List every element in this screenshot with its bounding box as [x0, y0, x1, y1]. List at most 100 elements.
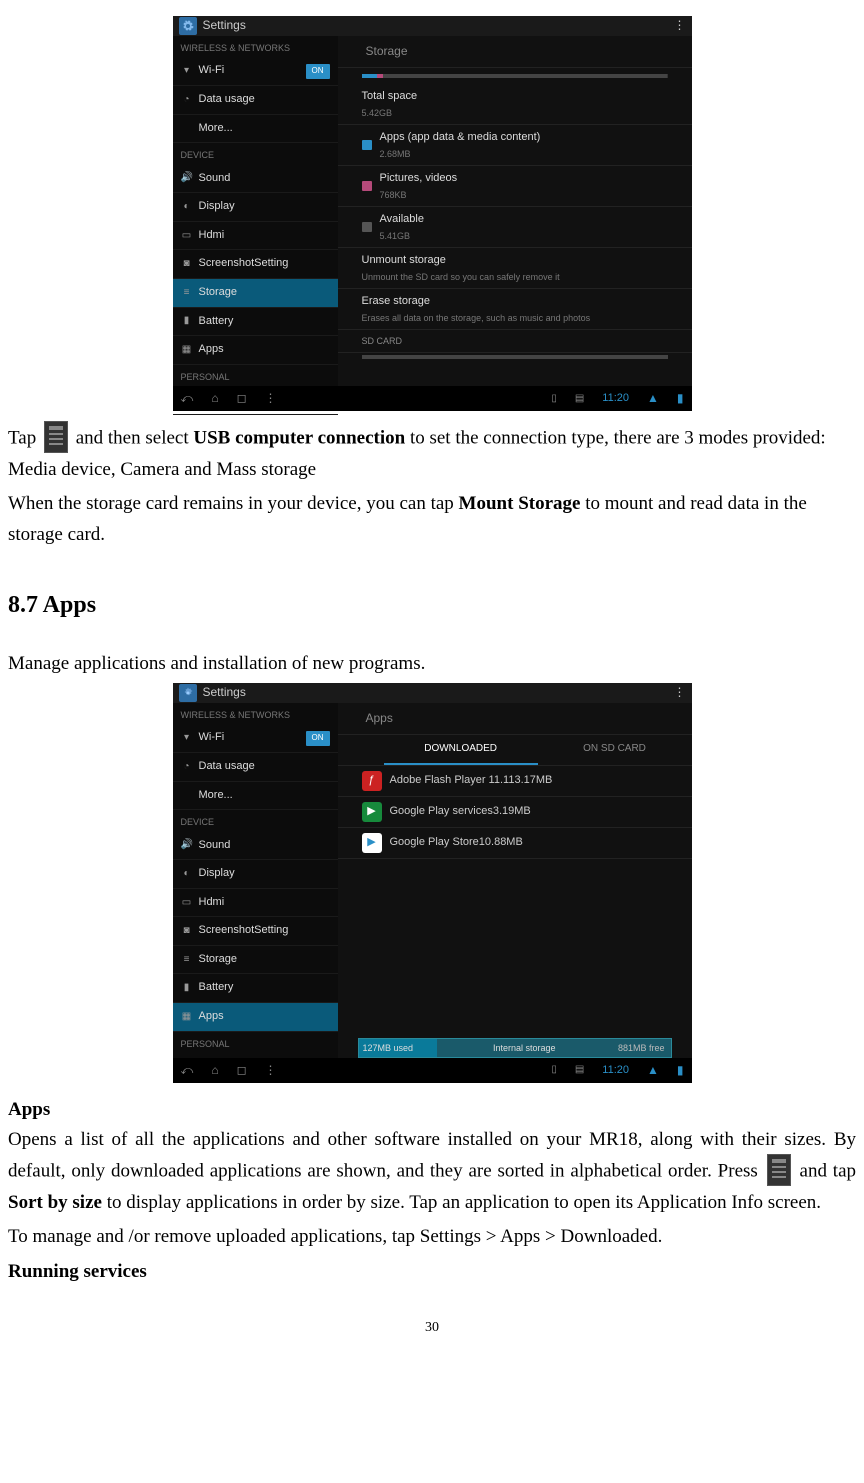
storage-icon: ≡ [181, 285, 193, 301]
nav-storage-label: Storage [199, 951, 238, 969]
nav-apps-label: Apps [199, 1008, 224, 1026]
battery-status-icon: ▮ [677, 1061, 684, 1080]
subheading-apps: Apps [8, 1095, 856, 1125]
display-icon: ◐ [181, 199, 193, 215]
sdcard-label: SD CARD [362, 334, 403, 348]
wifi-status-icon: ▲ [647, 389, 659, 408]
row-pictures[interactable]: Pictures, videos768KB [338, 166, 692, 207]
battery-icon: ▮ [181, 980, 193, 996]
nav-wifi-label: Wi-Fi [199, 62, 225, 80]
data-icon: ◔ [181, 759, 193, 775]
app-row-play-store[interactable]: ▶Google Play Store10.88MB [338, 828, 692, 859]
apps-icon: ▦ [181, 342, 193, 358]
tab-downloaded[interactable]: DOWNLOADED [384, 735, 538, 765]
menu-dots-icon[interactable]: ⋮ [265, 389, 277, 408]
back-icon[interactable]: ⤺ [181, 1061, 194, 1080]
storage-panel: Storage Total space5.42GB Apps (app data… [338, 36, 692, 386]
nav-screenshot[interactable]: ◙ScreenshotSetting [173, 917, 338, 946]
settings-storage-screenshot: Settings ⋮ WIRELESS & NETWORKS ▾ Wi-Fi O… [173, 16, 692, 411]
section-personal: PERSONAL [173, 1032, 338, 1053]
nav-wifi[interactable]: ▾Wi-FiON [173, 724, 338, 753]
apps-tabs: DOWNLOADED ON SD CARD [338, 735, 692, 766]
nav-data-usage[interactable]: ◔ Data usage [173, 753, 338, 782]
nav-more[interactable]: More... [173, 782, 338, 811]
wifi-toggle[interactable]: ON [306, 64, 330, 79]
row-available[interactable]: Available5.41GB [338, 207, 692, 248]
apps-label: Apps (app data & media content) [380, 129, 541, 147]
panel-title: Storage [338, 36, 692, 68]
apps-icon: ▦ [181, 1009, 193, 1025]
nav-data-label: Data usage [199, 91, 255, 109]
nav-hdmi[interactable]: ▭Hdmi [173, 222, 338, 251]
nav-apps[interactable]: ▦ Apps [173, 1003, 338, 1032]
app-row-play-services[interactable]: ▶Google Play services3.19MB [338, 797, 692, 828]
nav-display-label: Display [199, 865, 235, 883]
nav-wifi[interactable]: ▾ Wi-Fi ON [173, 57, 338, 86]
storage-label: Internal storage [437, 1041, 612, 1055]
menu-overflow-icon [767, 1154, 791, 1186]
row-unmount[interactable]: Unmount storageUnmount the SD card so yo… [338, 248, 692, 289]
app-title: Settings [203, 16, 668, 35]
home-icon[interactable]: ⌂ [211, 1061, 218, 1080]
sdcard-segment-bar [362, 355, 668, 359]
app3-name: Google Play Store [390, 836, 479, 848]
nav-battery-label: Battery [199, 313, 234, 331]
nav-display[interactable]: ◐Display [173, 193, 338, 222]
status-bar: Settings ⋮ [173, 683, 692, 703]
recent-icon[interactable]: ◻ [237, 1061, 247, 1080]
nav-screenshot[interactable]: ◙ScreenshotSetting [173, 250, 338, 279]
nav-hdmi[interactable]: ▭Hdmi [173, 889, 338, 918]
status-bar: Settings ⋮ [173, 16, 692, 36]
row-total-space[interactable]: Total space5.42GB [338, 84, 692, 125]
nav-battery[interactable]: ▮Battery [173, 308, 338, 337]
menu-icon[interactable]: ⋮ [674, 16, 686, 35]
nav-storage[interactable]: ≡Storage [173, 946, 338, 975]
notif-icon[interactable]: ▯ [551, 391, 557, 407]
nav-sound[interactable]: 🔊 Sound [173, 165, 338, 194]
paragraph-usb: Tap and then select USB computer connect… [8, 423, 856, 485]
p4-bold: Sort by size [8, 1192, 102, 1213]
nav-sound-label: Sound [199, 170, 231, 188]
nav-screenshot-label: ScreenshotSetting [199, 922, 289, 940]
back-icon[interactable]: ⤺ [181, 389, 194, 408]
home-icon[interactable]: ⌂ [211, 389, 218, 408]
recent-icon[interactable]: ◻ [237, 389, 247, 408]
sidebar: WIRELESS & NETWORKS ▾Wi-FiON ◔ Data usage… [173, 703, 338, 1058]
nav-sound[interactable]: 🔊Sound [173, 832, 338, 861]
row-apps-data[interactable]: Apps (app data & media content)2.68MB [338, 125, 692, 166]
tab-sdcard[interactable]: ON SD CARD [538, 735, 692, 765]
panel-title: Apps [338, 703, 692, 735]
app1-size: 13.17MB [508, 774, 552, 786]
p2-part-a: When the storage card remains in your de… [8, 493, 459, 514]
clock: 11:20 [602, 1062, 629, 1080]
paragraph-mount: When the storage card remains in your de… [8, 489, 856, 550]
nav-data-label: Data usage [199, 758, 255, 776]
p1-part-b: and then select [71, 427, 193, 448]
p2-bold: Mount Storage [459, 493, 581, 514]
wifi-icon: ▾ [181, 730, 193, 746]
notif-icon[interactable]: ▯ [551, 1062, 557, 1078]
sound-icon: 🔊 [181, 170, 193, 186]
row-erase[interactable]: Erase storageErases all data on the stor… [338, 289, 692, 330]
unmount-label: Unmount storage [362, 252, 560, 270]
nav-display[interactable]: ◐Display [173, 860, 338, 889]
pics-swatch [362, 181, 372, 191]
nav-battery[interactable]: ▮Battery [173, 974, 338, 1003]
nav-storage[interactable]: ≡Storage [173, 279, 338, 308]
wifi-toggle[interactable]: ON [306, 731, 330, 746]
nav-more[interactable]: More... [173, 115, 338, 144]
menu-icon[interactable]: ⋮ [674, 683, 686, 702]
sidebar: WIRELESS & NETWORKS ▾ Wi-Fi ON ◔Data usa… [173, 36, 338, 386]
p4-part-b: and tap [794, 1160, 856, 1181]
app-row-flash[interactable]: ƒAdobe Flash Player 11.113.17MB [338, 766, 692, 797]
menu-dots-icon[interactable]: ⋮ [265, 1061, 277, 1080]
subheading-running: Running services [8, 1257, 856, 1287]
section-wireless: WIRELESS & NETWORKS [173, 703, 338, 724]
nav-apps[interactable]: ▦Apps [173, 336, 338, 365]
paragraph-manage-remove: To manage and /or remove uploaded applic… [8, 1222, 856, 1252]
total-value: 5.42GB [362, 106, 418, 120]
nav-data-usage[interactable]: ◔Data usage [173, 86, 338, 115]
app3-size: 10.88MB [479, 836, 523, 848]
system-nav-bar: ⤺ ⌂ ◻ ⋮ ▯ ▤ 11:20 ▲ ▮ [173, 386, 692, 411]
avail-swatch [362, 222, 372, 232]
